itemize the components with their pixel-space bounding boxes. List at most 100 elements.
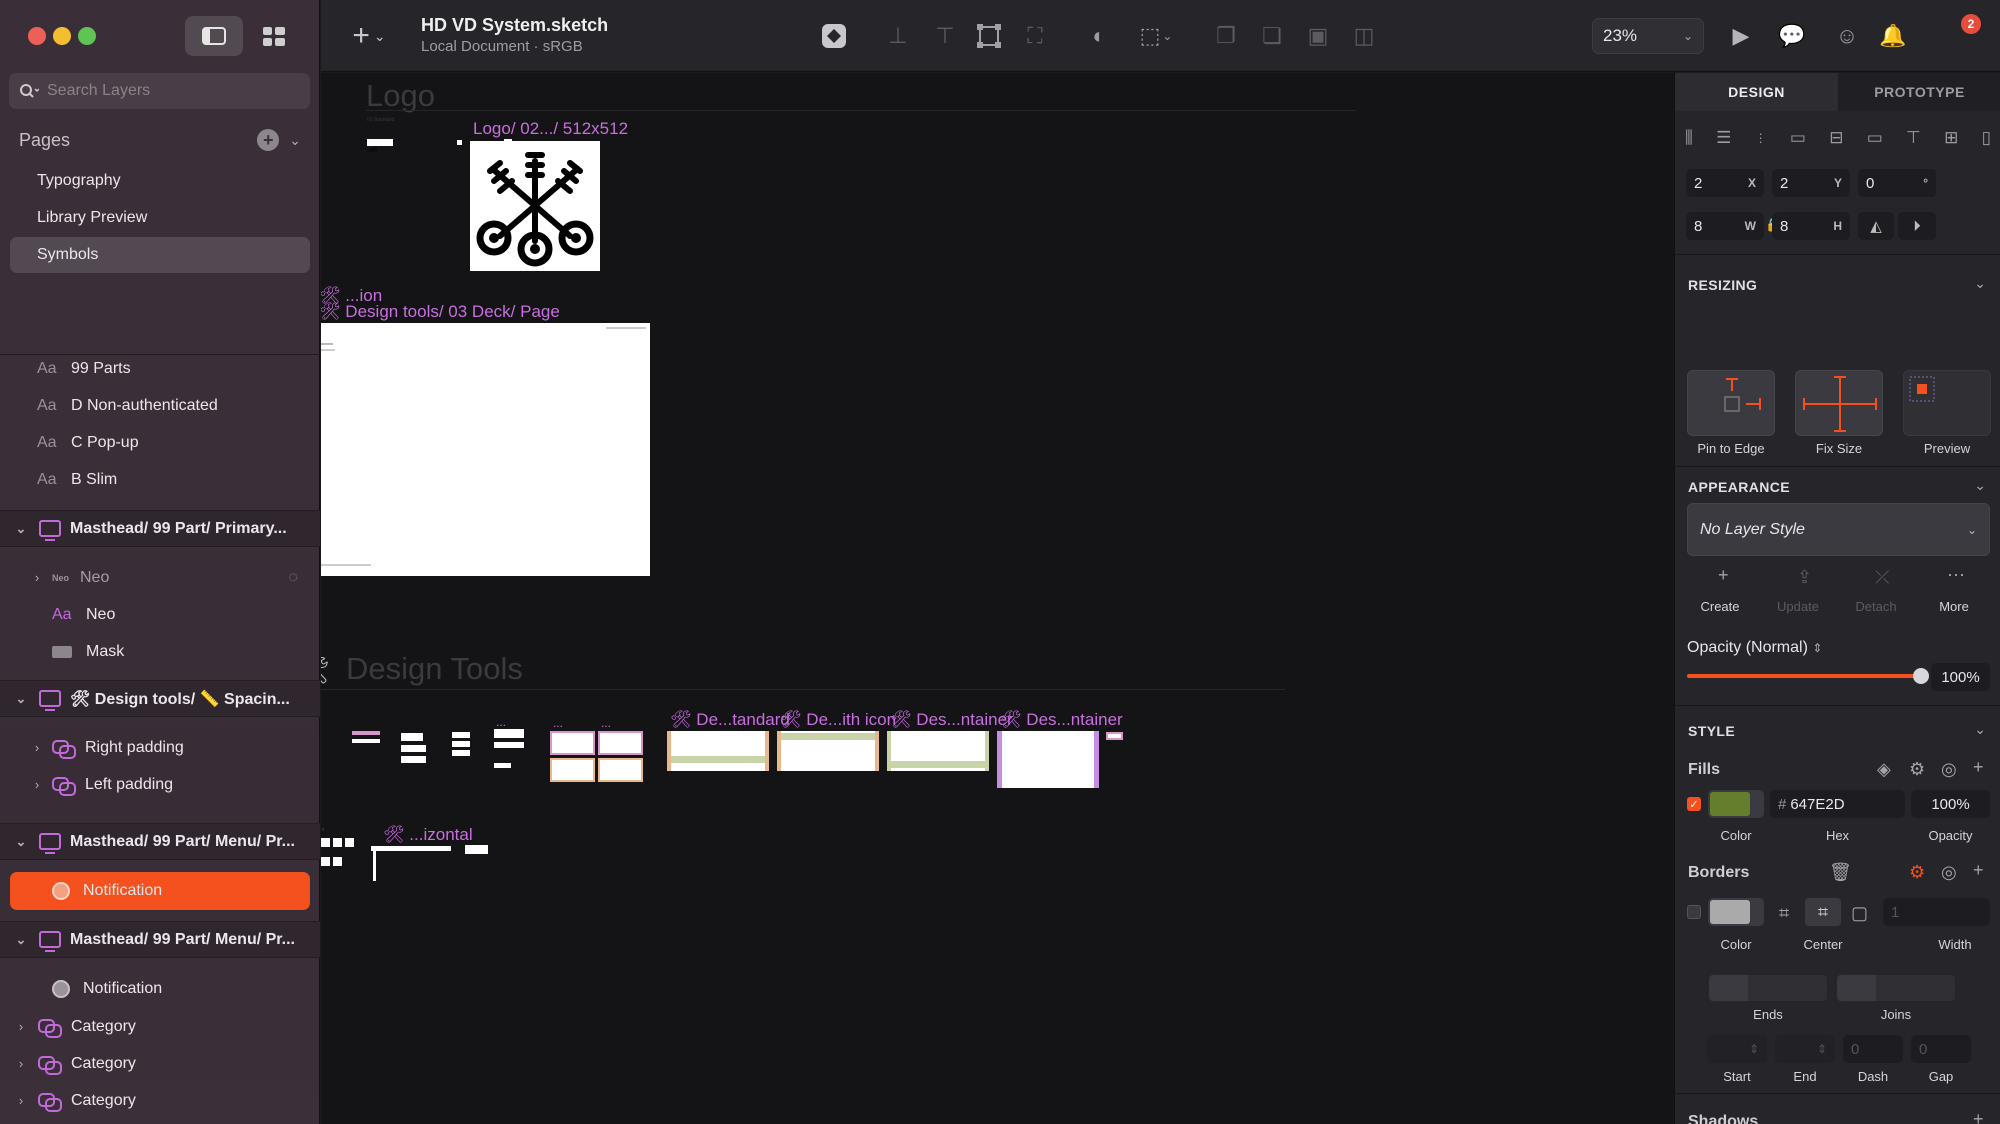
ungroup-button[interactable]: ⛶ [1021, 22, 1049, 50]
artboard-label-dots[interactable]: ... [601, 716, 611, 730]
layer-text-style[interactable]: Aa 99 Parts [0, 350, 320, 387]
union-button[interactable]: ❐ [1212, 22, 1240, 50]
end-arrow-select[interactable]: ⇕ [1775, 1035, 1835, 1063]
mini-artboard[interactable] [494, 742, 524, 748]
flip-horizontal-button[interactable]: ◭ [1858, 212, 1894, 240]
insert-button[interactable]: + ⌄ [349, 19, 389, 52]
canvas[interactable]: Logo 01 Standard UBS Logo/ 02.../ 512x51… [321, 73, 1674, 1124]
more-style-button[interactable]: More [1929, 599, 1979, 614]
layer-notification-selected[interactable]: Notification [10, 872, 310, 910]
opacity-value-field[interactable]: 100% [1931, 663, 1990, 691]
page-item-typography[interactable]: Typography [10, 163, 310, 199]
layer-mask[interactable]: Mask [0, 633, 320, 670]
chevron-right-icon[interactable]: › [30, 777, 44, 792]
layer-category[interactable]: › Category [0, 1008, 320, 1045]
logo-artboard[interactable] [470, 141, 600, 271]
artboard-label-dots[interactable]: ... [553, 716, 563, 730]
group-selection-button[interactable] [975, 22, 1003, 50]
design-tool-artboard-container[interactable] [887, 731, 989, 771]
update-style-button[interactable]: Update [1773, 599, 1823, 614]
mini-artboard[interactable] [373, 851, 376, 881]
layer-group-masthead-primary[interactable]: ⌄ Masthead/ 99 Part/ Primary... [0, 510, 320, 547]
difference-button[interactable]: ◫ [1350, 22, 1378, 50]
create-style-button[interactable]: Create [1695, 599, 1745, 614]
mini-artboard[interactable] [550, 758, 595, 782]
border-color-swatch[interactable] [1708, 898, 1764, 926]
mini-artboard[interactable] [550, 731, 595, 755]
layer-group-masthead-menu-1[interactable]: ⌄ Masthead/ 99 Part/ Menu/ Pr... [0, 823, 320, 860]
design-tool-artboard-standard[interactable] [667, 731, 769, 771]
artboard-label-container-2[interactable]: 🛠 Des...ntainer [1000, 710, 1123, 730]
layer-category[interactable]: › Category [0, 1082, 320, 1119]
chevron-down-icon[interactable]: ⌄ [1974, 477, 1986, 494]
design-tool-artboard-container-2[interactable] [997, 731, 1099, 788]
artboard-label-dots[interactable]: ... [496, 715, 506, 729]
mini-logo-artboard[interactable]: UBS [367, 139, 393, 154]
align-right-icon[interactable]: ▭ [1867, 128, 1883, 148]
page-item-library-preview[interactable]: Library Preview [10, 200, 310, 236]
minimize-window-button[interactable] [53, 27, 71, 45]
border-inside-icon[interactable]: ⌗ [1779, 903, 1789, 924]
miter-join-button[interactable] [1837, 975, 1876, 1001]
preview-play-button[interactable]: ▶ [1727, 22, 1755, 50]
update-style-icon[interactable]: ⇪ [1797, 567, 1812, 588]
mini-artboard[interactable] [1106, 732, 1123, 740]
mini-artboard[interactable] [494, 763, 511, 768]
mini-artboard[interactable] [401, 745, 426, 752]
layer-text-style[interactable]: Aa B Slim [0, 461, 320, 498]
layer-text-style[interactable]: Aa C Pop-up [0, 424, 320, 461]
canvas-view-toggle[interactable] [185, 16, 243, 56]
chevron-down-icon[interactable]: ⌄ [1974, 721, 1986, 738]
align-bottom-button[interactable]: ⊥ [884, 22, 912, 50]
artboard-label-horizontal[interactable]: 🛠 ...izontal [383, 825, 473, 845]
chevron-right-icon[interactable]: › [30, 740, 44, 755]
detach-style-button[interactable]: Detach [1851, 599, 1901, 614]
align-bottom-icon[interactable]: ▯ [1982, 128, 1991, 148]
mini-artboard[interactable] [401, 756, 426, 763]
more-options-icon[interactable]: ⋮ [1755, 131, 1767, 145]
artboard-label-deck-page[interactable]: 🛠 Design tools/ 03 Deck/ Page [321, 302, 560, 322]
mini-artboard[interactable] [371, 846, 451, 851]
round-join-button[interactable] [1876, 975, 1915, 1001]
dash-field[interactable]: 0 [1843, 1035, 1903, 1063]
distribute-horizontal-icon[interactable]: ⫼ [1685, 128, 1693, 148]
intersect-button[interactable]: ▣ [1304, 22, 1332, 50]
mini-artboard[interactable] [598, 731, 643, 755]
layer-neo-text[interactable]: Aa Neo [0, 596, 320, 633]
chevron-right-icon[interactable]: › [14, 1019, 28, 1034]
hidden-eye-icon[interactable]: ◌ [288, 569, 298, 587]
search-layers-input[interactable] [47, 82, 297, 100]
rotation-field[interactable]: 0 ° [1858, 169, 1936, 197]
mini-artboard[interactable] [465, 845, 488, 854]
mini-artboard[interactable] [401, 733, 423, 741]
round-end-button[interactable] [1748, 975, 1787, 1001]
subtract-button[interactable]: ❏ [1258, 22, 1286, 50]
y-position-field[interactable]: 2Y [1772, 169, 1850, 197]
maximize-window-button[interactable] [78, 27, 96, 45]
mini-artboard[interactable] [452, 732, 470, 738]
design-tool-artboard-with-icon[interactable] [777, 731, 879, 771]
artboard-label-with-icon[interactable]: 🛠 De...ith icon [780, 710, 896, 730]
opacity-slider-handle[interactable] [1913, 668, 1929, 684]
add-shadow-icon[interactable]: + [1973, 1109, 1984, 1124]
align-top-icon[interactable]: ⊤ [1906, 128, 1921, 148]
deck-page-artboard[interactable] [321, 323, 650, 576]
layer-group-design-tools-spacing[interactable]: ⌄ 🛠 Design tools/ 📏 Spacin... [0, 680, 320, 717]
chevron-down-icon[interactable]: ⌄ [14, 691, 28, 707]
gear-icon[interactable]: ⚙ [1909, 862, 1925, 883]
artboard-label-standard[interactable]: 🛠 De...tandard [670, 710, 790, 730]
chevron-right-icon[interactable]: › [30, 570, 44, 585]
align-middle-icon[interactable]: ⊞ [1944, 128, 1958, 148]
fill-enabled-checkbox[interactable]: ✓ [1687, 797, 1701, 811]
icon-grid-artboard[interactable] [321, 838, 354, 872]
layer-style-select[interactable]: No Layer Style ⌄ [1687, 503, 1990, 556]
trash-icon[interactable]: 🗑 [1829, 862, 1852, 883]
chevron-down-icon[interactable]: ⌄ [14, 834, 28, 850]
chevron-right-icon[interactable]: › [14, 1093, 28, 1108]
mini-artboard[interactable] [494, 729, 524, 738]
pin-to-edge-button[interactable] [1687, 370, 1775, 436]
layer-category[interactable]: › Category [0, 1045, 320, 1082]
layer-neo-group[interactable]: › Neo Neo ◌ [0, 559, 320, 596]
artboard-label-container[interactable]: 🛠 Des...ntainer [890, 710, 1013, 730]
transform-button[interactable]: ⬚ ⌄ [1134, 22, 1178, 50]
